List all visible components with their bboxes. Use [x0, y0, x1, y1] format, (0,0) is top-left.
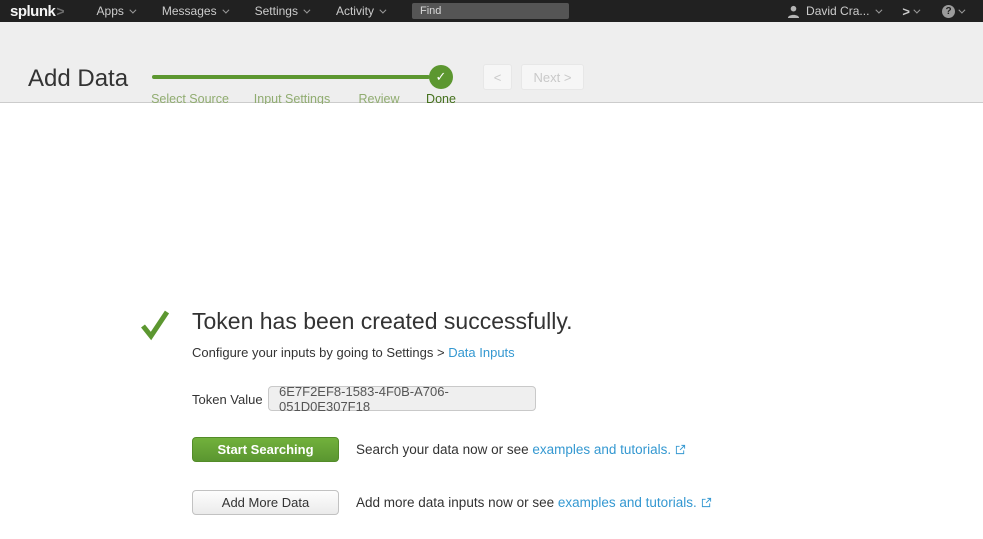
data-inputs-link[interactable]: Data Inputs — [448, 345, 515, 360]
add-more-data-button[interactable]: Add More Data — [192, 490, 339, 515]
nav-menu-messages-label: Messages — [162, 4, 217, 18]
examples-tutorials-link[interactable]: examples and tutorials. — [558, 495, 697, 510]
chevron-down-icon — [913, 6, 920, 13]
back-button[interactable]: < — [483, 64, 512, 90]
success-check-icon — [139, 307, 171, 341]
nav-menu-apps[interactable]: Apps — [83, 0, 148, 22]
splunk-logo[interactable]: splunk > — [10, 3, 65, 20]
external-link-icon — [701, 497, 712, 508]
success-subtitle-text: Configure your inputs by going to Settin… — [192, 345, 448, 360]
splunk-chevron-icon: > — [902, 4, 910, 19]
chevron-down-icon — [303, 6, 310, 13]
topbar-right-cluster: David Cra... > ? — [779, 4, 983, 19]
action-row-add-more-data: Add More Data Add more data inputs now o… — [192, 490, 712, 515]
token-value-field[interactable]: 6E7F2EF8-1583-4F0B-A706-051D0E307F18 — [268, 386, 536, 411]
stepper-done-check-icon: ✓ — [429, 65, 453, 89]
user-menu[interactable]: David Cra... — [779, 4, 888, 18]
stepper-progress-line — [152, 75, 430, 79]
nav-menu-settings[interactable]: Settings — [241, 0, 322, 22]
external-link-icon — [675, 444, 686, 455]
nav-menu-apps-label: Apps — [97, 4, 124, 18]
chevron-down-icon — [379, 6, 386, 13]
nav-menu-messages[interactable]: Messages — [148, 0, 241, 22]
page-title: Add Data — [28, 65, 128, 93]
action-row-start-searching: Start Searching Search your data now or … — [192, 437, 686, 462]
page-header: Add Data ✓ Select Source Input Settings … — [0, 22, 983, 103]
action-description-text: Search your data now or see — [356, 442, 532, 457]
user-name: David Cra... — [806, 4, 869, 18]
action-description-text: Add more data inputs now or see — [356, 495, 558, 510]
chevron-down-icon — [129, 6, 136, 13]
find-search-input[interactable] — [412, 3, 569, 19]
help-menu[interactable]: ? — [932, 5, 973, 18]
token-value-label: Token Value — [192, 392, 263, 407]
nav-menu-settings-label: Settings — [255, 4, 298, 18]
success-title: Token has been created successfully. — [192, 308, 573, 335]
examples-tutorials-link[interactable]: examples and tutorials. — [532, 442, 671, 457]
action-description: Add more data inputs now or see examples… — [356, 495, 712, 510]
chevron-down-icon — [958, 6, 965, 13]
chevron-down-icon — [876, 6, 883, 13]
next-button[interactable]: Next > — [521, 64, 584, 90]
chevron-down-icon — [222, 6, 229, 13]
nav-menu-activity[interactable]: Activity — [322, 0, 398, 22]
help-icon: ? — [942, 5, 955, 18]
splunk-logo-text: splunk — [10, 3, 55, 20]
start-searching-button[interactable]: Start Searching — [192, 437, 339, 462]
splunk-logo-chevron: > — [56, 3, 64, 19]
action-description: Search your data now or see examples and… — [356, 442, 686, 457]
quick-launch-menu[interactable]: > — [892, 4, 928, 19]
main-content: Token has been created successfully. Con… — [0, 104, 983, 539]
top-navigation-bar: splunk > Apps Messages Settings Activity — [0, 0, 983, 22]
splunk-add-data-screen: splunk > Apps Messages Settings Activity — [0, 0, 983, 539]
success-subtitle: Configure your inputs by going to Settin… — [192, 345, 515, 360]
nav-menu-activity-label: Activity — [336, 4, 374, 18]
user-icon — [787, 5, 800, 18]
